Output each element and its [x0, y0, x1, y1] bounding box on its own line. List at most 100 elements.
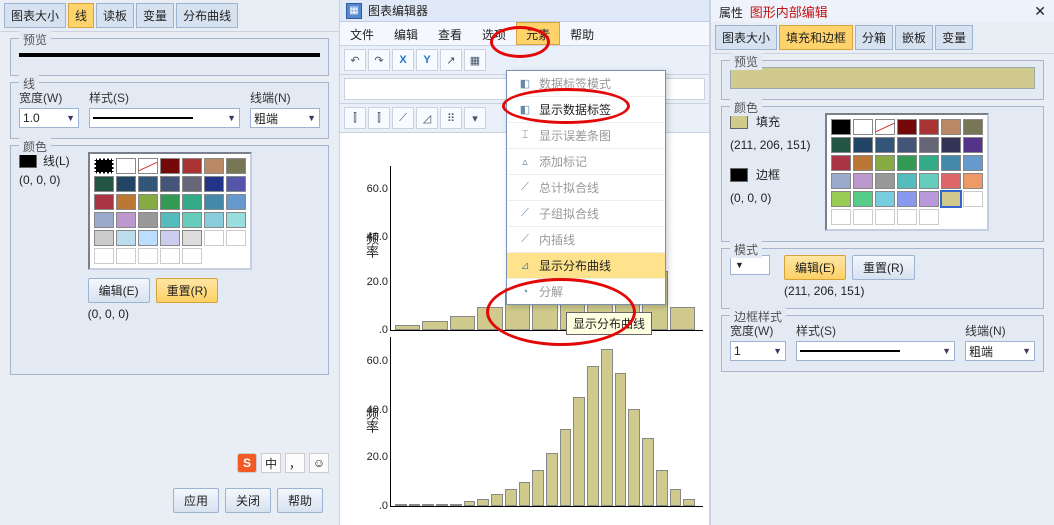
r-reset-button[interactable]: 重置(R)	[852, 255, 915, 280]
bar	[477, 307, 502, 330]
style-label: 样式(S)	[89, 89, 240, 106]
chart-2: 60.0 40.0 20.0 .0	[390, 337, 703, 507]
bar	[532, 470, 544, 506]
ytick: 20.0	[367, 276, 388, 288]
tab-variable[interactable]: 变量	[136, 3, 174, 28]
dd-subgroup-fit: ⟋子组拟合线	[507, 200, 665, 226]
tb-area-icon[interactable]: ◿	[416, 107, 438, 129]
reset-color-button[interactable]: 重置(R)	[156, 278, 219, 303]
r-end-select[interactable]: 粗端	[965, 341, 1035, 361]
bar	[491, 494, 503, 506]
ime-face-icon[interactable]: ☺	[309, 453, 329, 473]
marker-icon: ▵	[517, 154, 533, 170]
close-button[interactable]: 关闭	[225, 488, 271, 513]
r-color-section: 填充 (211, 206, 151) 边框 (0, 0, 0)	[721, 106, 1044, 242]
tb-stacked-icon[interactable]: ⫿	[368, 107, 390, 129]
bar	[436, 504, 448, 506]
menu-view[interactable]: 查看	[428, 22, 472, 45]
fill-color-box	[730, 115, 748, 129]
ime-punct-icon[interactable]: ，	[285, 453, 305, 473]
line-color-label: 线(L)	[43, 152, 70, 169]
rtab-binning[interactable]: 分箱	[855, 25, 893, 50]
dd-show-data-labels[interactable]: ◧显示数据标签	[507, 96, 665, 122]
line-color-box	[19, 154, 37, 168]
tb-y-icon[interactable]: Y	[416, 49, 438, 71]
right-tabbar: 图表大小 填充和边框 分箱 嵌板 变量	[711, 22, 1054, 54]
bar	[628, 409, 640, 506]
swatch-rgb: (0, 0, 0)	[88, 307, 129, 321]
apply-button[interactable]: 应用	[173, 488, 219, 513]
dd-data-label-mode: ◧数据标签模式	[507, 71, 665, 96]
bar	[422, 504, 434, 506]
menu-file[interactable]: 文件	[340, 22, 384, 45]
tab-dist-curve[interactable]: 分布曲线	[176, 3, 238, 28]
rtab-var[interactable]: 变量	[935, 25, 973, 50]
border-color-box	[730, 168, 748, 182]
tab-readboard[interactable]: 读板	[96, 3, 134, 28]
tb-line-icon[interactable]: ⟋	[392, 107, 414, 129]
bar	[642, 438, 654, 506]
r-color-swatches[interactable]	[825, 113, 989, 231]
r-border-section: 宽度(W) 1 样式(S) 线端(N) 粗端	[721, 315, 1044, 372]
dd-show-dist-curve[interactable]: ⊿显示分布曲线	[507, 252, 665, 278]
tab-chart-size[interactable]: 图表大小	[4, 3, 66, 28]
r-width-select[interactable]: 1	[730, 341, 786, 361]
tb-grid-icon[interactable]: ▦	[464, 49, 486, 71]
bar	[656, 470, 668, 506]
bar	[395, 504, 407, 506]
tb-x-icon[interactable]: X	[392, 49, 414, 71]
r-edit-button[interactable]: 编辑(E)	[784, 255, 846, 280]
ytick: 40.0	[367, 231, 388, 243]
app-icon: ▦	[346, 3, 362, 19]
tb-pick-icon[interactable]: ↗	[440, 49, 462, 71]
ime-tray: S 中 ， ☺	[237, 453, 329, 473]
pattern-select[interactable]: ▼	[730, 255, 770, 275]
menu-help[interactable]: 帮助	[560, 22, 604, 45]
fill-rgb: (211, 206, 151)	[730, 138, 811, 152]
interp-icon: ⟋	[517, 232, 533, 248]
tb-redo-icon[interactable]: ↷	[368, 49, 390, 71]
close-icon[interactable]: ✕	[1034, 3, 1046, 20]
width-select[interactable]: 1.0	[19, 108, 79, 128]
bar	[670, 307, 695, 330]
r-end-label: 线端(N)	[965, 322, 1035, 339]
ime-lang-icon[interactable]: 中	[261, 453, 281, 473]
bar	[546, 453, 558, 506]
tb-bar-icon[interactable]: ⫿	[344, 107, 366, 129]
sogou-icon[interactable]: S	[237, 453, 257, 473]
rtab-fill-border[interactable]: 填充和边框	[779, 25, 853, 50]
ytick: 20.0	[367, 451, 388, 463]
tb-scatter-icon[interactable]: ⠿	[440, 107, 462, 129]
menu-edit[interactable]: 编辑	[384, 22, 428, 45]
preview-section	[10, 38, 329, 76]
rtab-size[interactable]: 图表大小	[715, 25, 777, 50]
fit-icon: ⟋	[517, 180, 533, 196]
menu-elements[interactable]: 元素	[516, 22, 560, 45]
end-label: 线端(N)	[250, 89, 320, 106]
ytick: 60.0	[367, 355, 388, 367]
border-label: 边框	[756, 166, 780, 183]
bar	[477, 499, 489, 506]
dd-error-bars: ⌶显示误差条图	[507, 122, 665, 148]
props-header: 属性	[719, 6, 743, 20]
ytick: .0	[379, 500, 388, 512]
edit-color-button[interactable]: 编辑(E)	[88, 278, 150, 303]
window-title: 图表编辑器	[368, 2, 428, 19]
editor-titlebar: ▦ 图表编辑器	[340, 0, 709, 22]
style-select[interactable]	[89, 108, 240, 128]
menu-options[interactable]: 选项	[472, 22, 516, 45]
border-rgb: (0, 0, 0)	[730, 191, 811, 205]
tab-line[interactable]: 线	[68, 3, 94, 28]
help-button[interactable]: 帮助	[277, 488, 323, 513]
rtab-panel[interactable]: 嵌板	[895, 25, 933, 50]
r-style-label: 样式(S)	[796, 322, 955, 339]
color-swatches[interactable]	[88, 152, 252, 270]
r-preview-section	[721, 60, 1044, 100]
dd-total-fit: ⟋总计拟合线	[507, 174, 665, 200]
label-icon: ◧	[517, 102, 533, 118]
ytick: .0	[379, 324, 388, 336]
end-select[interactable]: 粗端	[250, 108, 320, 128]
tb-undo-icon[interactable]: ↶	[344, 49, 366, 71]
r-style-select[interactable]	[796, 341, 955, 361]
tb-more-icon[interactable]: ▾	[464, 107, 486, 129]
